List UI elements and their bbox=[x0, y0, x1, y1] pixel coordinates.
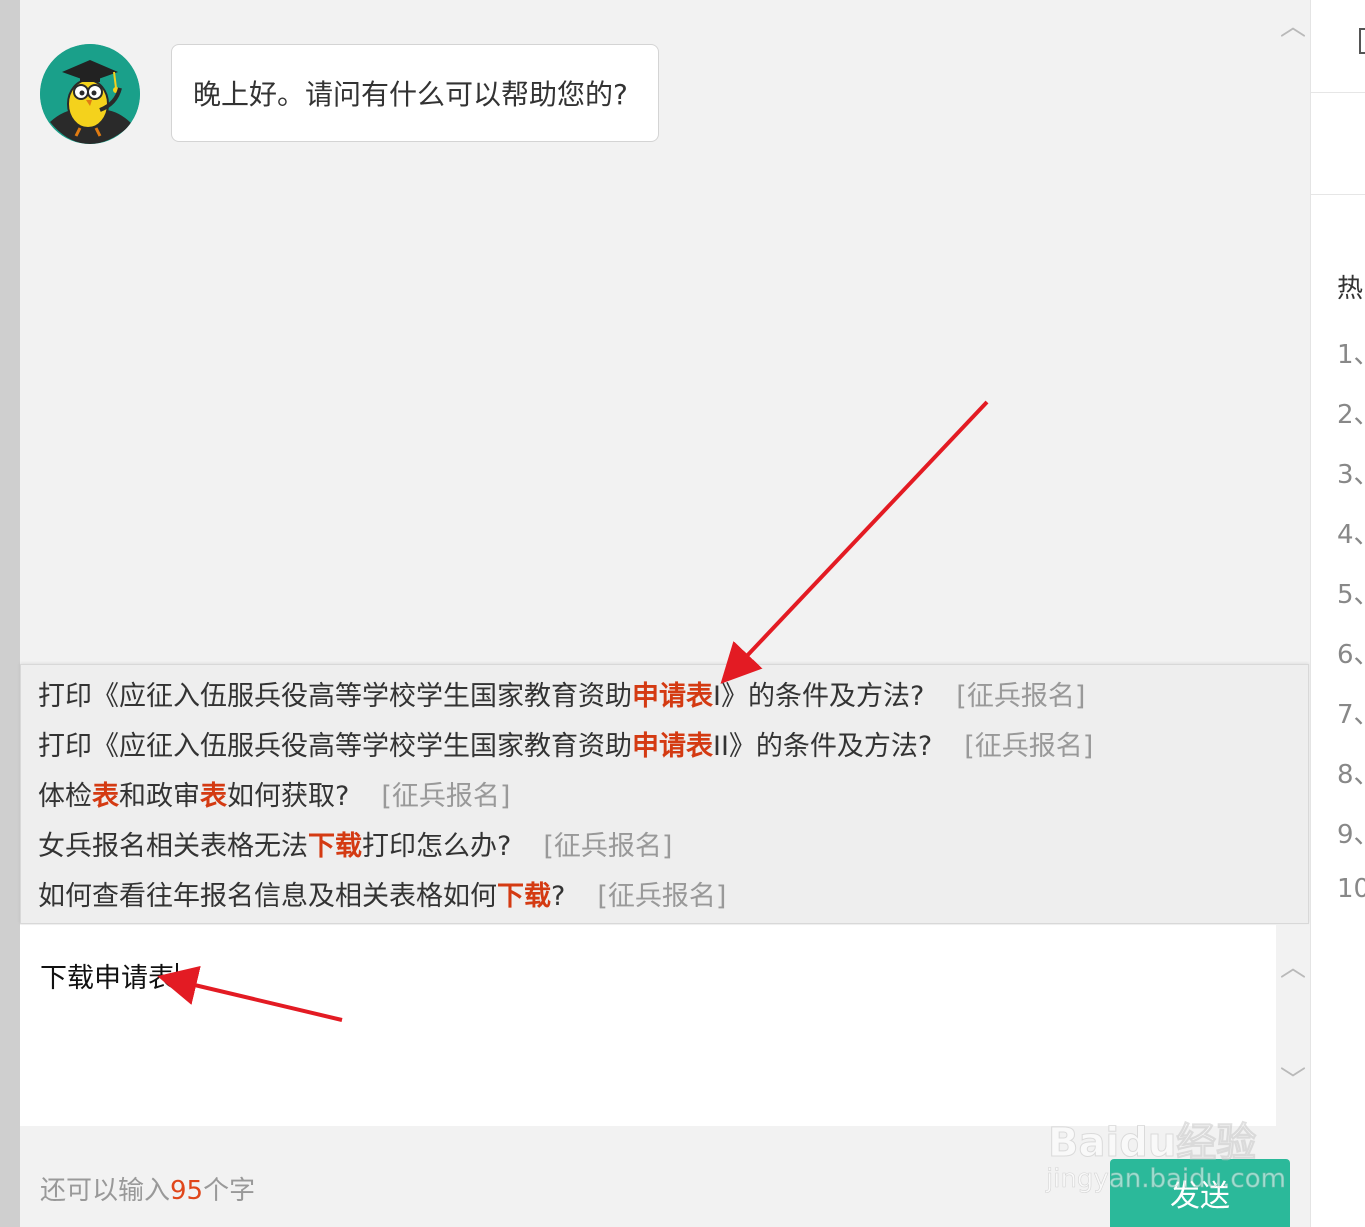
input-scroll-up-arrow-icon[interactable]: ︿ bbox=[1276, 955, 1310, 981]
suggestion-dropdown: 打印《应征入伍服兵役高等学校学生国家教育资助申请表I》的条件及方法? [征兵报名]… bbox=[20, 664, 1309, 924]
panel-divider bbox=[1311, 194, 1365, 195]
hot-question-index[interactable]: 2、 bbox=[1337, 394, 1365, 431]
suggestion-category-tag: [征兵报名] bbox=[956, 681, 1086, 712]
bot-message-bubble: 晚上好。请问有什么可以帮助您的? bbox=[171, 44, 659, 142]
hot-question-index[interactable]: 6、 bbox=[1337, 634, 1365, 671]
text-caret bbox=[176, 963, 178, 991]
right-side-panel: 热 1、 2、 3、 4、 5、 6、 7、 8、 9、 10 bbox=[1310, 0, 1365, 1227]
suggestion-item[interactable]: 女兵报名相关表格无法下载打印怎么办? [征兵报名] bbox=[38, 827, 672, 867]
suggestion-item[interactable]: 体检表和政审表如何获取? [征兵报名] bbox=[38, 777, 510, 817]
bot-message-text: 晚上好。请问有什么可以帮助您的? bbox=[193, 78, 628, 111]
panel-header-icon bbox=[1359, 28, 1365, 54]
scrollbar-track[interactable]: ︿ ︿ ﹀ bbox=[1276, 0, 1310, 1126]
bot-avatar bbox=[40, 44, 140, 144]
message-input[interactable]: 下载申请表 bbox=[20, 926, 1276, 1126]
hot-question-index[interactable]: 8、 bbox=[1337, 754, 1365, 791]
suggestion-category-tag: [征兵报名] bbox=[597, 881, 727, 912]
send-button[interactable]: 发送 bbox=[1110, 1159, 1290, 1227]
hot-question-index[interactable]: 3、 bbox=[1337, 454, 1365, 491]
suggestion-category-tag: [征兵报名] bbox=[381, 781, 511, 812]
hot-questions-title: 热 bbox=[1337, 274, 1364, 304]
left-edge-strip bbox=[0, 0, 20, 1227]
hot-question-index[interactable]: 7、 bbox=[1337, 694, 1365, 731]
hot-question-index[interactable]: 4、 bbox=[1337, 514, 1365, 551]
char-counter: 还可以输入95个字 bbox=[40, 1176, 256, 1206]
hot-question-index[interactable]: 1、 bbox=[1337, 334, 1365, 371]
input-footer: 还可以输入95个字 发送 bbox=[20, 1126, 1310, 1227]
suggestion-category-tag: [征兵报名] bbox=[964, 731, 1094, 762]
suggestion-item[interactable]: 打印《应征入伍服兵役高等学校学生国家教育资助申请表II》的条件及方法? [征兵报名… bbox=[38, 727, 1093, 767]
hot-question-index[interactable]: 9、 bbox=[1337, 814, 1365, 851]
message-input-value[interactable]: 下载申请表 bbox=[40, 956, 178, 995]
suggestion-item[interactable]: 如何查看往年报名信息及相关表格如何下载? [征兵报名] bbox=[38, 877, 726, 917]
suggestion-item[interactable]: 打印《应征入伍服兵役高等学校学生国家教育资助申请表I》的条件及方法? [征兵报名] bbox=[38, 677, 1085, 717]
hot-question-index[interactable]: 10 bbox=[1337, 874, 1365, 904]
suggestion-category-tag: [征兵报名] bbox=[543, 831, 673, 862]
scroll-up-arrow-icon[interactable]: ︿ bbox=[1276, 14, 1310, 40]
input-scroll-down-arrow-icon[interactable]: ﹀ bbox=[1276, 1068, 1310, 1094]
panel-divider bbox=[1311, 92, 1365, 93]
hot-question-index[interactable]: 5、 bbox=[1337, 574, 1365, 611]
owl-graduate-icon bbox=[40, 44, 140, 144]
